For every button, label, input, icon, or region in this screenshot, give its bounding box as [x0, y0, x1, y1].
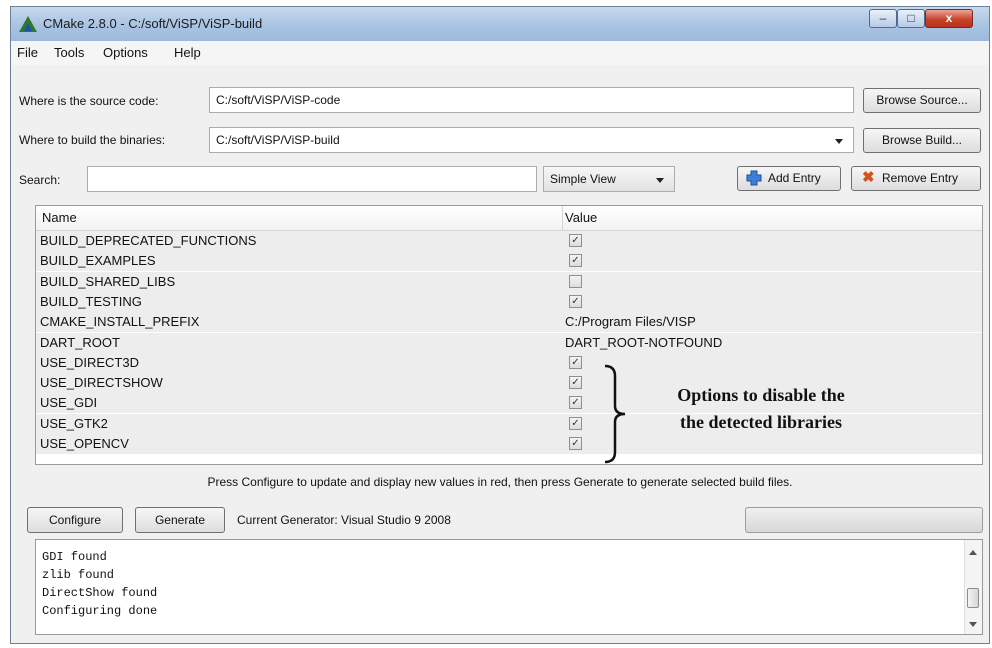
table-row[interactable]: BUILD_DEPRECATED_FUNCTIONS ✓ [36, 231, 982, 251]
minimize-button[interactable]: – [869, 9, 897, 28]
menu-file[interactable]: File [17, 45, 38, 60]
checked-checkbox[interactable]: ✓ [569, 396, 582, 410]
scroll-down-icon[interactable] [969, 622, 977, 627]
source-label: Where is the source code: [19, 94, 159, 108]
browse-build-button[interactable]: Browse Build... [863, 128, 981, 153]
table-row[interactable]: BUILD_EXAMPLES ✓ [36, 251, 982, 272]
log-line: Configuring done [42, 604, 158, 618]
annotation-line-2: the detected libraries [680, 412, 842, 432]
unchecked-checkbox[interactable] [569, 274, 582, 288]
table-header: Name Value [36, 206, 982, 231]
scroll-thumb[interactable] [967, 588, 979, 608]
entry-name: BUILD_DEPRECATED_FUNCTIONS [40, 233, 257, 248]
log-line: zlib found [42, 568, 115, 582]
build-path-value: C:/soft/ViSP/ViSP-build [216, 133, 340, 147]
window-title: CMake 2.8.0 - C:/soft/ViSP/ViSP-build [43, 16, 263, 31]
browse-source-button[interactable]: Browse Source... [863, 88, 981, 113]
menu-bar: File Tools Options Help [11, 41, 989, 65]
checkmark-icon: ✓ [571, 417, 580, 429]
build-path-combo[interactable]: C:/soft/ViSP/ViSP-build [209, 127, 854, 153]
checkmark-icon: ✓ [571, 255, 580, 267]
entry-name: BUILD_TESTING [40, 293, 142, 309]
entry-name: USE_GTK2 [40, 415, 108, 431]
entry-value[interactable]: C:/Program Files/VISP [565, 314, 696, 329]
configure-button[interactable]: Configure [27, 507, 123, 533]
checked-checkbox[interactable]: ✓ [569, 355, 582, 369]
scroll-up-icon[interactable] [969, 550, 977, 555]
menu-help[interactable]: Help [174, 45, 201, 60]
chevron-down-icon [656, 178, 664, 183]
cmake-window: CMake 2.8.0 - C:/soft/ViSP/ViSP-build – … [10, 6, 990, 644]
column-header-value[interactable]: Value [565, 210, 597, 225]
entry-name: USE_DIRECTSHOW [40, 375, 163, 391]
column-divider [562, 206, 563, 230]
table-row[interactable]: USE_OPENCV ✓ [36, 434, 982, 454]
add-entry-label: Add Entry [768, 171, 821, 185]
table-row[interactable]: BUILD_SHARED_LIBS [36, 271, 982, 292]
checked-checkbox[interactable]: ✓ [569, 294, 582, 308]
menu-tools[interactable]: Tools [54, 45, 84, 60]
table-row[interactable]: BUILD_TESTING ✓ [36, 291, 982, 312]
title-bar[interactable]: CMake 2.8.0 - C:/soft/ViSP/ViSP-build – … [11, 7, 989, 41]
menu-options[interactable]: Options [103, 45, 148, 60]
column-header-name[interactable]: Name [42, 210, 77, 225]
checked-checkbox[interactable]: ✓ [569, 254, 582, 268]
remove-entry-label: Remove Entry [882, 171, 959, 185]
remove-entry-button[interactable]: ✖ Remove Entry [851, 166, 981, 191]
search-label: Search: [19, 173, 61, 187]
output-scrollbar[interactable] [964, 540, 982, 634]
cmake-logo-icon [19, 16, 37, 32]
log-line: -------- ----- [42, 539, 157, 546]
checkmark-icon: ✓ [571, 295, 580, 307]
build-label: Where to build the binaries: [19, 133, 166, 147]
add-entry-button[interactable]: Add Entry [737, 166, 841, 191]
table-row[interactable]: USE_DIRECT3D ✓ [36, 352, 982, 373]
entry-name: USE_GDI [40, 395, 98, 411]
entry-value[interactable]: DART_ROOT-NOTFOUND [565, 335, 722, 350]
checked-checkbox[interactable]: ✓ [569, 437, 582, 450]
source-path-input[interactable]: C:/soft/ViSP/ViSP-code [209, 87, 854, 113]
view-select-value: Simple View [550, 172, 616, 186]
checkmark-icon: ✓ [571, 377, 580, 389]
entry-name: USE_OPENCV [40, 436, 129, 451]
log-line: GDI found [42, 550, 107, 564]
entry-name: CMAKE_INSTALL_PREFIX [40, 314, 200, 330]
table-row[interactable]: CMAKE_INSTALL_PREFIX C:/Program Files/VIS… [36, 312, 982, 333]
output-log[interactable]: -------- ----- GDI found zlib found Dire… [35, 539, 983, 635]
current-generator: Current Generator: Visual Studio 9 2008 [237, 513, 451, 527]
log-line: DirectShow found [42, 586, 158, 600]
table-row[interactable]: DART_ROOT DART_ROOT-NOTFOUND [36, 332, 982, 353]
close-button[interactable]: x [925, 9, 973, 28]
chevron-down-icon[interactable] [835, 139, 843, 144]
search-input[interactable] [87, 166, 537, 192]
plus-icon [746, 170, 762, 186]
checked-checkbox[interactable]: ✓ [569, 416, 582, 430]
checked-checkbox[interactable]: ✓ [569, 376, 582, 390]
checkmark-icon: ✓ [571, 235, 580, 246]
annotation-line-1: Options to disable the [677, 385, 845, 405]
red-x-icon: ✖ [862, 169, 875, 186]
maximize-button[interactable]: □ [897, 9, 925, 28]
checkmark-icon: ✓ [571, 397, 580, 409]
configure-hint: Press Configure to update and display ne… [207, 475, 793, 489]
entry-name: BUILD_EXAMPLES [40, 253, 156, 269]
entry-name: BUILD_SHARED_LIBS [40, 273, 176, 289]
entry-name: USE_DIRECT3D [40, 354, 139, 370]
progress-bar [745, 507, 983, 533]
checked-checkbox[interactable]: ✓ [569, 234, 582, 247]
generate-button[interactable]: Generate [135, 507, 225, 533]
checkmark-icon: ✓ [571, 356, 580, 368]
view-select[interactable]: Simple View [543, 166, 675, 192]
checkmark-icon: ✓ [571, 438, 580, 449]
entry-name: DART_ROOT [40, 334, 120, 350]
